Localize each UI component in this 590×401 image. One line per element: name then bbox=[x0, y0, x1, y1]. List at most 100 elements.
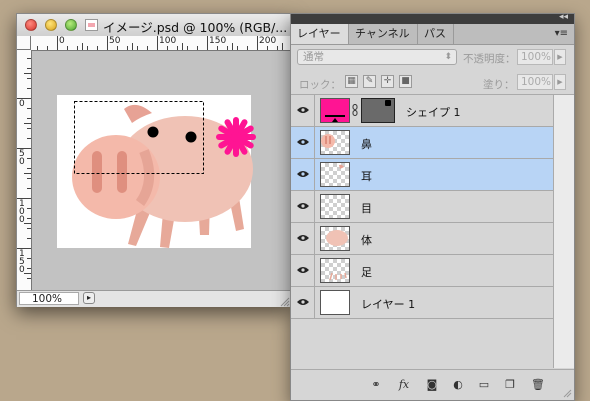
panel-menu-icon[interactable]: ▾≡ bbox=[555, 28, 568, 39]
fill-input[interactable]: 100% bbox=[517, 74, 553, 90]
layer-row-ear[interactable]: 耳 bbox=[291, 159, 553, 191]
fill-label: 塗り： bbox=[483, 79, 515, 91]
layer-thumbnail bbox=[320, 130, 350, 155]
ruler-top-label: 50 bbox=[109, 36, 121, 46]
layer-name: 耳 bbox=[361, 170, 372, 183]
ruler-top-label: 150 bbox=[209, 36, 227, 46]
pig-nostril bbox=[92, 151, 102, 193]
minimize-button[interactable] bbox=[45, 19, 57, 31]
new-group-icon[interactable]: ▭ bbox=[477, 378, 491, 392]
layer-name: レイヤー 1 bbox=[361, 298, 416, 311]
layer-row-nose[interactable]: 鼻 bbox=[291, 127, 553, 159]
zoom-button[interactable] bbox=[65, 19, 77, 31]
layer-thumbnail bbox=[320, 290, 350, 315]
resize-grip-icon[interactable] bbox=[278, 295, 290, 307]
adjustment-layer-icon[interactable]: ◐ bbox=[451, 378, 465, 392]
layer-row-legs[interactable]: 足 bbox=[291, 255, 553, 287]
pig-nostril bbox=[117, 151, 127, 193]
blend-mode-value: 通常 bbox=[303, 51, 324, 63]
status-bar: 100% ▸ bbox=[17, 290, 290, 307]
chevron-updown-icon: ⬍ bbox=[444, 52, 452, 62]
eye-icon bbox=[297, 139, 309, 145]
layer-name: 鼻 bbox=[361, 138, 372, 151]
layer-thumbnail bbox=[320, 98, 350, 123]
tab-paths[interactable]: パス bbox=[418, 24, 454, 44]
horizontal-ruler[interactable]: 0 50 100 150 200 bbox=[31, 36, 290, 51]
visibility-toggle[interactable] bbox=[291, 255, 315, 286]
tab-channels[interactable]: チャンネル bbox=[349, 24, 418, 44]
layers-list: シェイプ 1 鼻 耳 目 体 足 レイヤー 1 bbox=[291, 95, 553, 368]
layer-row-layer-1[interactable]: レイヤー 1 bbox=[291, 287, 553, 319]
document-titlebar[interactable]: イメージ.psd @ 100% (RGB/... bbox=[17, 14, 290, 37]
blend-mode-select[interactable]: 通常 ⬍ bbox=[297, 49, 457, 65]
document-proxy-icon bbox=[85, 19, 98, 31]
eye-icon bbox=[297, 171, 309, 177]
layer-row-eye[interactable]: 目 bbox=[291, 191, 553, 223]
document-window: イメージ.psd @ 100% (RGB/... 0 50 100 150 20… bbox=[16, 13, 291, 307]
layer-name: 足 bbox=[361, 266, 372, 279]
lock-all-icon[interactable]: ■ bbox=[399, 75, 412, 88]
resize-grip-icon[interactable] bbox=[562, 388, 572, 398]
opacity-input[interactable]: 100% bbox=[517, 49, 553, 65]
add-mask-icon[interactable]: ◙ bbox=[425, 378, 439, 392]
layer-thumbnail bbox=[320, 226, 350, 251]
layer-thumbnail bbox=[320, 194, 350, 219]
layer-thumbnail bbox=[320, 162, 350, 187]
document-title: イメージ.psd @ 100% (RGB/... bbox=[103, 20, 288, 35]
vector-mask-thumbnail bbox=[361, 98, 395, 123]
layers-scrollbar[interactable] bbox=[553, 95, 574, 368]
tab-layers[interactable]: レイヤー bbox=[291, 24, 349, 44]
ruler-top-label: 100 bbox=[159, 36, 177, 46]
visibility-toggle[interactable] bbox=[291, 191, 315, 222]
pig-eye bbox=[185, 131, 197, 143]
blend-row: 通常 ⬍ 不透明度： 100% ▶ bbox=[291, 45, 574, 69]
fx-icon[interactable]: fx bbox=[397, 378, 411, 392]
eye-icon bbox=[297, 203, 309, 209]
lock-transparency-icon[interactable]: ▦ bbox=[345, 75, 358, 88]
close-button[interactable] bbox=[25, 19, 37, 31]
link-layers-icon[interactable]: ⚭ bbox=[369, 378, 383, 392]
panel-topbar[interactable]: ◂◂ bbox=[291, 12, 574, 24]
opacity-label: 不透明度： bbox=[463, 53, 516, 65]
eye-icon bbox=[297, 107, 309, 113]
panel-tabs: レイヤー チャンネル パス ▾≡ bbox=[291, 24, 574, 45]
lock-row: ロック： ▦ ✎ ✛ ■ 塗り： 100% ▶ bbox=[291, 70, 574, 95]
new-layer-icon[interactable]: ❐ bbox=[503, 378, 517, 392]
layers-panel: ◂◂ レイヤー チャンネル パス ▾≡ 通常 ⬍ 不透明度： 100% ▶ ロッ… bbox=[290, 12, 575, 401]
layer-thumbnail bbox=[320, 258, 350, 283]
layer-row-body[interactable]: 体 bbox=[291, 223, 553, 255]
ruler-top-label: 0 bbox=[59, 36, 65, 46]
layer-row-shape-1[interactable]: シェイプ 1 bbox=[291, 95, 553, 127]
lock-position-icon[interactable]: ✛ bbox=[381, 75, 394, 88]
ruler-corner[interactable] bbox=[17, 36, 31, 50]
fill-slider-button[interactable]: ▶ bbox=[554, 74, 566, 90]
panel-bottom-bar: ⚭ fx ◙ ◐ ▭ ❐ 🗑 bbox=[291, 369, 574, 400]
trash-icon[interactable]: 🗑 bbox=[531, 378, 545, 392]
collapse-icon[interactable]: ◂◂ bbox=[559, 12, 568, 22]
ruler-left-label: 100 bbox=[19, 199, 25, 225]
visibility-toggle[interactable] bbox=[291, 127, 315, 158]
layer-name: シェイプ 1 bbox=[406, 106, 461, 119]
visibility-toggle[interactable] bbox=[291, 95, 315, 126]
visibility-toggle[interactable] bbox=[291, 159, 315, 190]
opacity-slider-button[interactable]: ▶ bbox=[554, 49, 566, 65]
eye-icon bbox=[297, 235, 309, 241]
zoom-level-field[interactable]: 100% bbox=[19, 292, 79, 305]
vertical-ruler[interactable]: 0 50 100 150 bbox=[17, 50, 32, 290]
pig-artwork[interactable] bbox=[32, 51, 290, 290]
eye-icon bbox=[297, 299, 309, 305]
ruler-top-label: 200 bbox=[259, 36, 277, 46]
chain-link-icon bbox=[352, 104, 358, 116]
pig-eye bbox=[147, 126, 159, 138]
ruler-left-label: 0 bbox=[19, 99, 25, 109]
ruler-left-label: 150 bbox=[19, 249, 25, 275]
lock-label: ロック： bbox=[299, 79, 341, 91]
lock-image-icon[interactable]: ✎ bbox=[363, 75, 376, 88]
visibility-toggle[interactable] bbox=[291, 287, 315, 318]
canvas-area[interactable] bbox=[32, 51, 290, 290]
status-menu-icon[interactable]: ▸ bbox=[83, 292, 95, 304]
visibility-toggle[interactable] bbox=[291, 223, 315, 254]
layer-name: 体 bbox=[361, 234, 372, 247]
layer-name: 目 bbox=[361, 202, 372, 215]
ruler-left-label: 50 bbox=[19, 149, 25, 167]
